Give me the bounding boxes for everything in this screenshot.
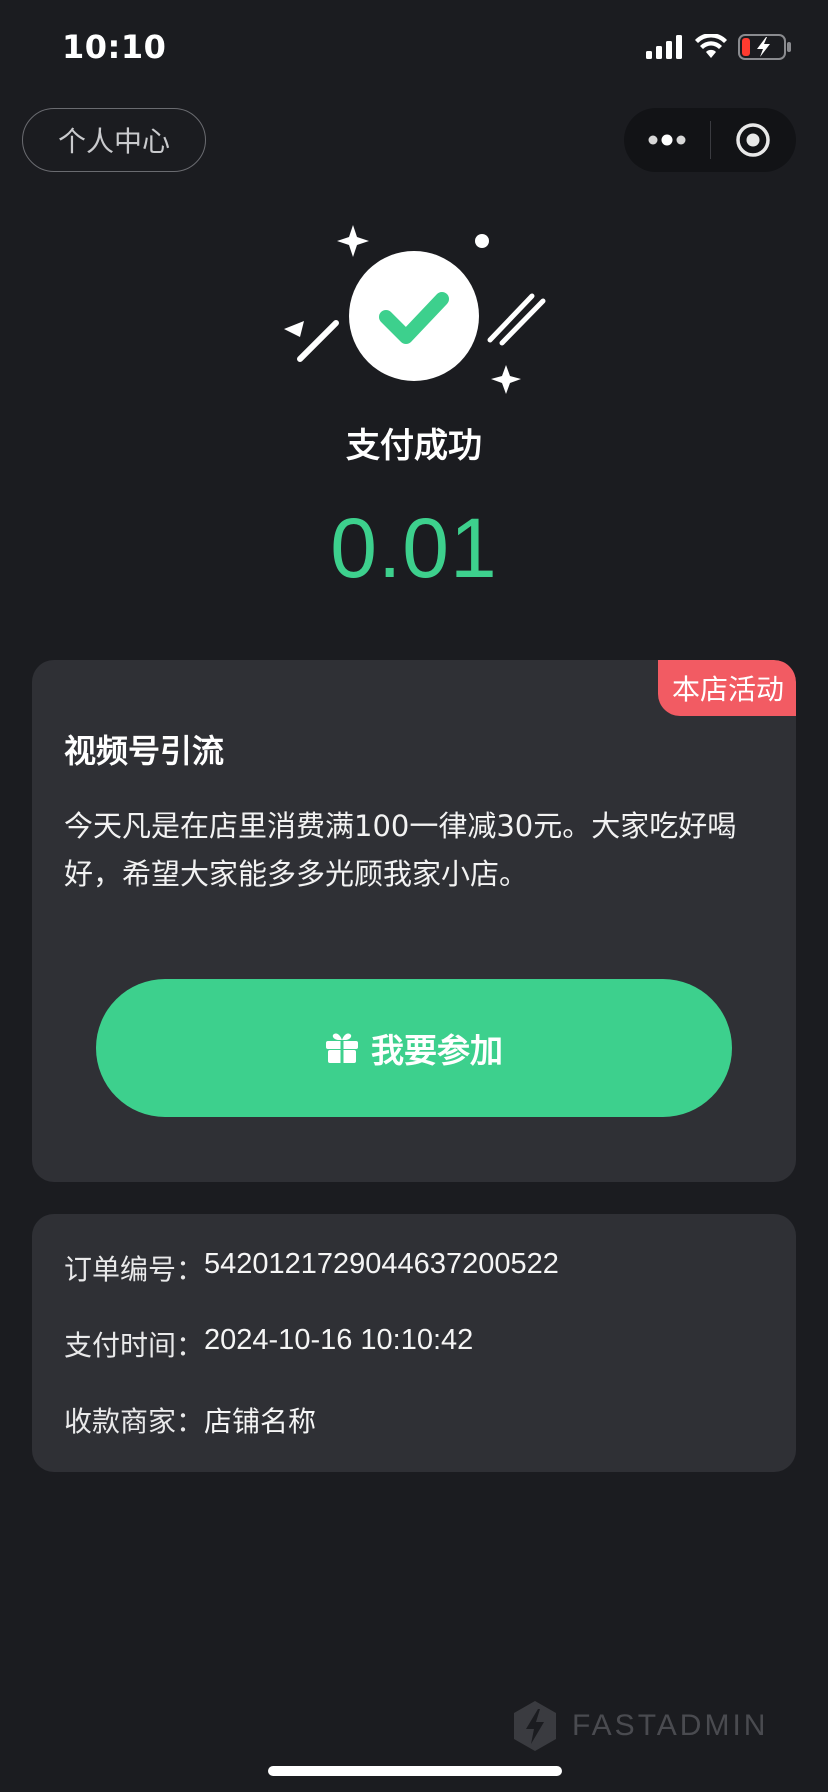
status-bar: 10:10 <box>0 0 828 100</box>
activity-title: 视频号引流 <box>64 732 225 770</box>
close-mini-program-button[interactable] <box>711 108 795 172</box>
merchant-row: 收款商家： 店铺名称 <box>64 1400 316 1440</box>
fastadmin-brand-text: FASTADMIN <box>572 1709 769 1742</box>
store-activity-card: 本店活动 视频号引流 今天凡是在店里消费满100一律减30元。大家吃好喝好，希望… <box>32 660 796 1182</box>
fastadmin-bolt-icon <box>514 1701 556 1751</box>
payment-success-title: 支付成功 <box>346 426 482 466</box>
payment-time-row: 支付时间： 2024-10-16 10:10:42 <box>64 1324 473 1364</box>
signal-icon <box>646 35 682 59</box>
store-activity-badge: 本店活动 <box>657 660 796 716</box>
activity-description: 今天凡是在店里消费满100一律减30元。大家吃好喝好，希望大家能多多光顾我家小店… <box>64 809 737 891</box>
wifi-icon <box>695 34 727 58</box>
join-activity-button[interactable]: 我要参加 <box>96 979 732 1117</box>
more-dots-icon <box>648 134 686 146</box>
order-info-card: 订单编号： 542012172904463720052​2 支付时间： 2024… <box>32 1214 796 1472</box>
personal-center-button[interactable]: 个人中心 <box>22 108 206 172</box>
payment-time-value: 2024-10-16 10:10:42 <box>204 1324 474 1356</box>
order-number-label: 订单编号： <box>64 1253 205 1286</box>
fastadmin-logo: FASTADMIN <box>512 1700 768 1752</box>
payment-amount: 0.01 <box>330 501 498 595</box>
order-number-value: 542012172904463720052​2 <box>204 1248 559 1280</box>
merchant-label: 收款商家： <box>64 1405 205 1438</box>
more-button[interactable] <box>624 108 710 172</box>
status-icons <box>646 34 792 60</box>
home-indicator[interactable] <box>268 1766 562 1776</box>
target-close-icon <box>736 123 770 157</box>
success-check-icon <box>284 225 546 394</box>
payment-success-screen: 10:10 个人中心 支付成功 0.01 本店活动 视频号引流 今天凡是在店里消… <box>0 0 828 1792</box>
payment-time-label: 支付时间： <box>64 1329 205 1362</box>
order-number-row: 订单编号： 542012172904463720052​2 <box>64 1248 559 1288</box>
gift-icon <box>326 1033 358 1063</box>
status-time: 10:10 <box>62 28 167 66</box>
mini-program-capsule <box>624 108 796 172</box>
merchant-value: 店铺名称 <box>204 1405 317 1438</box>
join-activity-label: 我要参加 <box>371 1031 503 1070</box>
battery-charging-icon <box>738 34 791 60</box>
